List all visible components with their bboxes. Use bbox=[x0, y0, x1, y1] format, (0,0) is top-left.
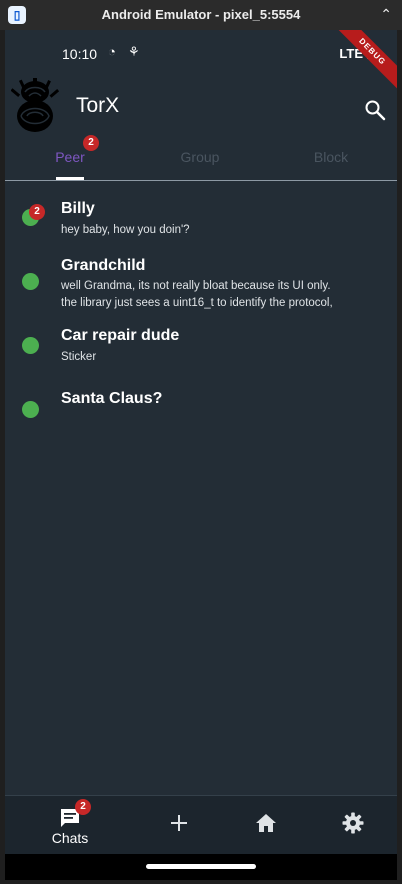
tab-group[interactable]: Group bbox=[135, 138, 265, 178]
conversation-name: Santa Claus? bbox=[61, 390, 163, 407]
tab-indicator bbox=[56, 177, 84, 180]
conversation-name: Car repair dude bbox=[61, 327, 180, 344]
conversation-row-car-repair-dude[interactable]: Car repair dude Sticker bbox=[5, 318, 397, 370]
conversation-message-line-1: well Grandma, its not really bloat becau… bbox=[61, 280, 331, 292]
window-title: Android Emulator - pixel_5:5554 bbox=[101, 7, 301, 22]
home-gesture-handle[interactable] bbox=[146, 864, 256, 869]
nav-home[interactable] bbox=[217, 796, 315, 854]
conversation-row-billy[interactable]: 2 Billy hey baby, how you doin'? bbox=[5, 190, 397, 246]
tab-block-label: Block bbox=[313, 149, 349, 165]
conversation-name: Grandchild bbox=[61, 257, 146, 274]
sync-icon: ◔ bbox=[108, 44, 116, 59]
tab-bar: Peer 2 Group Block bbox=[5, 135, 397, 181]
tab-block[interactable]: Block bbox=[266, 138, 396, 178]
conversation-message: Sticker bbox=[61, 351, 97, 363]
conversation-message-line-2: the library just sees a uint16_t to iden… bbox=[61, 297, 333, 309]
tab-peer[interactable]: Peer bbox=[5, 138, 135, 178]
conversation-row-grandchild[interactable]: Grandchild well Grandma, its not really … bbox=[5, 248, 397, 314]
nav-add[interactable] bbox=[130, 796, 228, 854]
online-status-dot bbox=[22, 273, 39, 290]
conversation-message: hey baby, how you doin'? bbox=[61, 224, 190, 236]
app-title: TorX bbox=[76, 94, 120, 117]
torx-logo bbox=[11, 78, 59, 132]
conversation-row-santa-claus[interactable]: Santa Claus? bbox=[5, 382, 397, 432]
status-time: 10:10 bbox=[62, 46, 98, 62]
unread-badge: 2 bbox=[29, 204, 45, 220]
emulator-title-bar: ▯ Android Emulator - pixel_5:5554 ⌃ bbox=[0, 0, 402, 30]
gesture-bar bbox=[5, 854, 397, 880]
tab-group-label: Group bbox=[180, 149, 220, 165]
home-icon bbox=[256, 814, 276, 832]
nav-settings[interactable] bbox=[304, 796, 397, 854]
nav-chats-label: Chats bbox=[51, 830, 89, 846]
notification-icon: ⚘ bbox=[128, 44, 140, 59]
tab-peer-label: Peer bbox=[55, 149, 85, 165]
tab-peer-badge: 2 bbox=[83, 135, 99, 151]
online-status-dot bbox=[22, 401, 39, 418]
chats-badge: 2 bbox=[75, 799, 91, 815]
online-status-dot bbox=[22, 337, 39, 354]
add-icon bbox=[171, 815, 187, 831]
search-icon[interactable] bbox=[363, 98, 387, 122]
bottom-navigation: 2 Chats bbox=[5, 795, 397, 854]
settings-icon bbox=[342, 812, 364, 834]
chevron-up-icon[interactable]: ⌃ bbox=[380, 6, 392, 23]
conversation-name: Billy bbox=[61, 200, 95, 217]
device-screen: 10:10 ◔ ⚘ LTE DEBUG TorX Peer 2 Group Bl… bbox=[5, 30, 397, 854]
status-bar: 10:10 ◔ ⚘ LTE bbox=[5, 30, 397, 74]
app-bar: TorX bbox=[5, 74, 397, 138]
nav-chats[interactable]: 2 Chats bbox=[21, 796, 119, 854]
